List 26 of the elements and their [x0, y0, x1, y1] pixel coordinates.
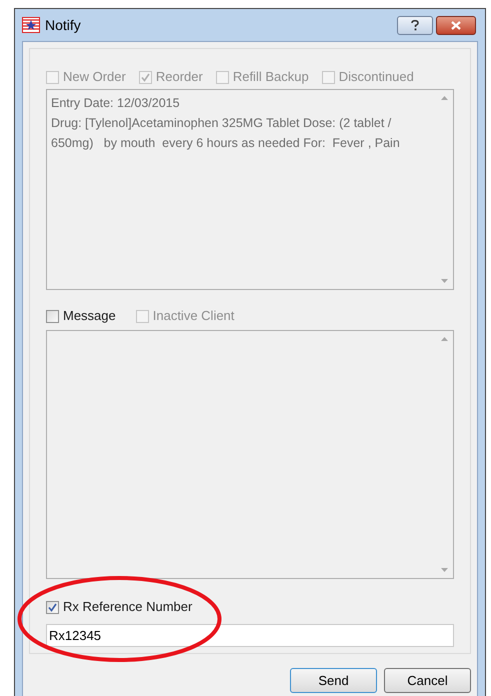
detail-text: Drug: [Tylenol]Acetaminophen 325MG Tablet Dose: (2 tablet / 650mg) by mouth every 6 hours as needed For: Fever , Pain — [51, 115, 401, 152]
window-title: Notify — [45, 16, 81, 35]
close-button[interactable] — [436, 16, 476, 34]
checkbox-label: Refill Backup — [232, 68, 309, 86]
checkbox-label: Rx Reference Number — [63, 598, 192, 616]
checkbox-label: Discontinued — [338, 68, 414, 86]
scroll-up-icon[interactable] — [441, 337, 448, 341]
help-icon — [411, 20, 419, 30]
rx-reference-field[interactable]: Rx12345 — [46, 624, 454, 647]
checkbox-label: Inactive Client — [152, 307, 234, 326]
checkbox-label: New Order — [63, 68, 126, 86]
close-icon — [451, 20, 461, 30]
checkbox[interactable] — [46, 600, 59, 614]
checkmark-icon — [140, 72, 150, 82]
checkbox[interactable] — [46, 310, 59, 322]
detail-text: Entry Date: 12/03/2015 — [51, 95, 181, 112]
scroll-up-icon[interactable] — [441, 96, 448, 100]
help-button[interactable] — [397, 16, 433, 34]
checkmark-icon — [48, 602, 57, 612]
checkbox-label: Message — [63, 307, 116, 326]
dialog-button[interactable]: Cancel — [384, 668, 471, 693]
checkbox-label: Reorder — [156, 68, 203, 86]
scroll-down-icon[interactable] — [441, 568, 448, 572]
scroll-down-icon[interactable] — [441, 279, 448, 283]
dialog-button[interactable]: Send — [290, 668, 377, 693]
flag-icon — [22, 17, 40, 33]
